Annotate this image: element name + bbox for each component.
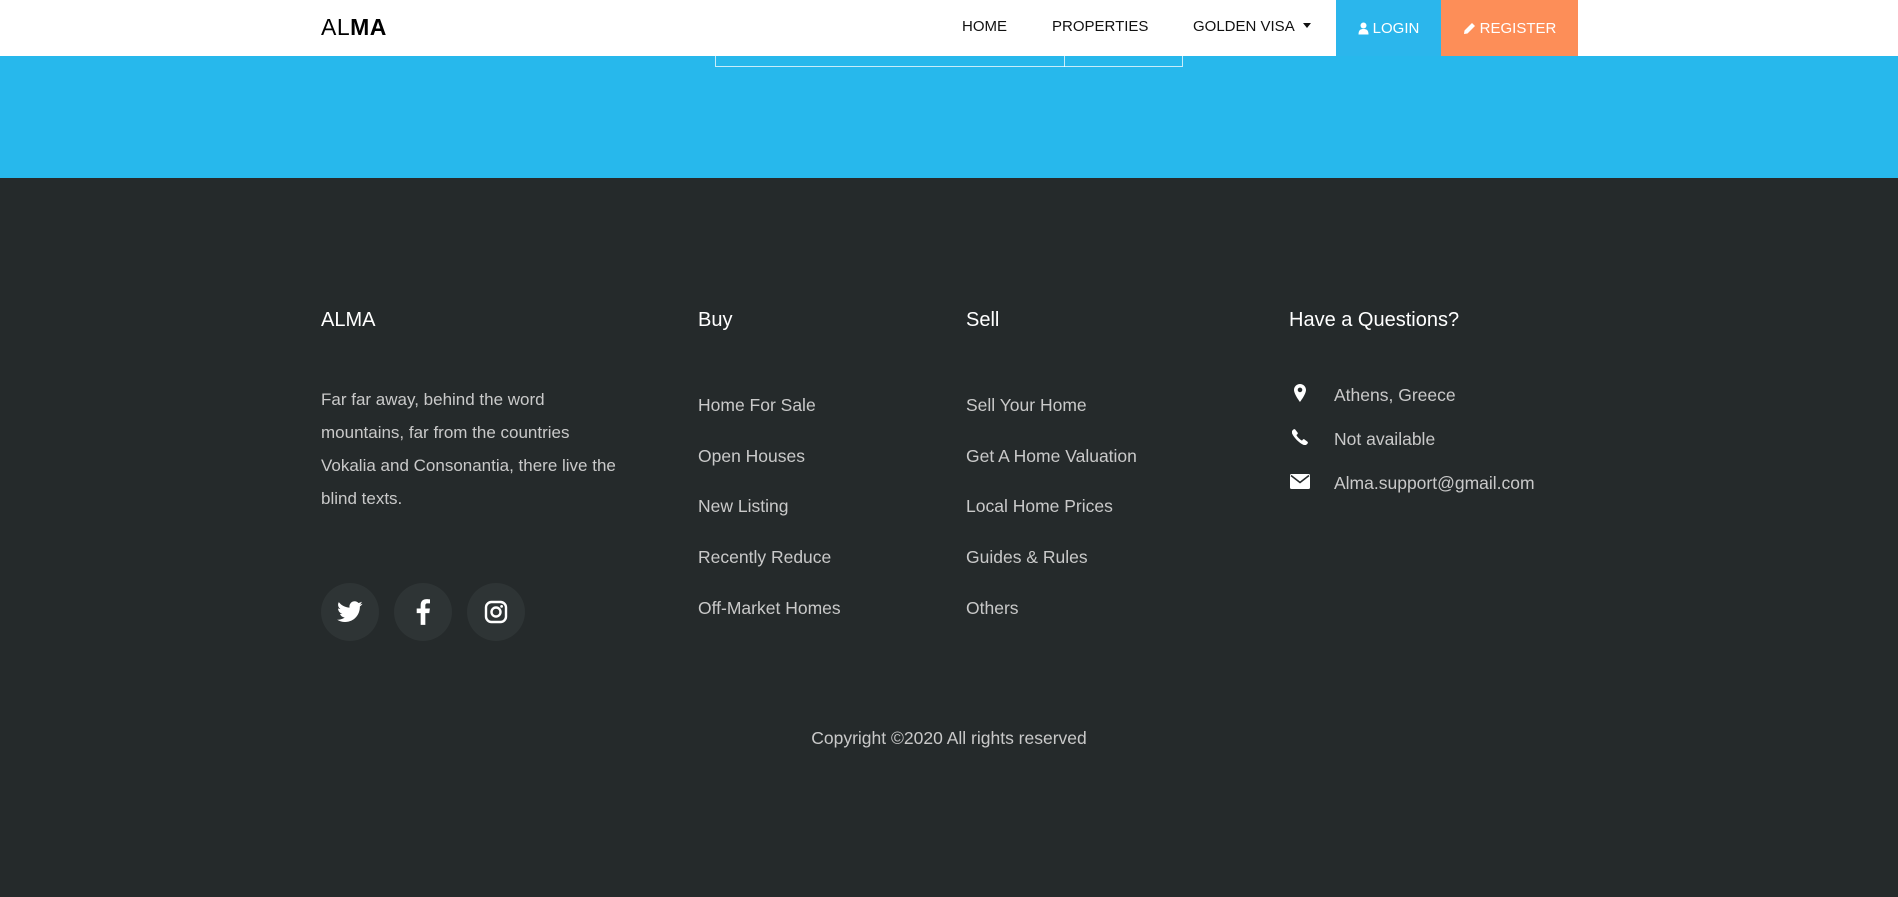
user-icon — [1358, 22, 1369, 34]
buy-link-recently-reduce[interactable]: Recently Reduce — [698, 547, 831, 568]
register-label: REGISTER — [1479, 19, 1557, 37]
footer-contact-title: Have a Questions? — [1289, 309, 1460, 331]
search-box-divider — [1064, 56, 1065, 67]
nav-properties[interactable]: PROPERTIES — [1052, 18, 1148, 35]
footer-about-title: ALMA — [321, 309, 376, 331]
nav-golden-visa-label: GOLDEN VISA — [1193, 18, 1295, 35]
map-marker-icon — [1289, 384, 1311, 402]
search-box-bottom — [715, 56, 1183, 67]
sell-link-others[interactable]: Others — [966, 598, 1019, 619]
footer-sell-title: Sell — [966, 309, 1000, 331]
nav-home[interactable]: HOME — [962, 18, 1007, 35]
phone-icon — [1289, 429, 1311, 445]
contact-email[interactable]: Alma.support@gmail.com — [1334, 473, 1535, 494]
site-logo[interactable]: ALMA — [321, 14, 387, 41]
sell-link-guides-rules[interactable]: Guides & Rules — [966, 547, 1088, 568]
sell-link-home-valuation[interactable]: Get A Home Valuation — [966, 446, 1137, 467]
hero-band — [0, 56, 1898, 178]
copyright-text: Copyright ©2020 All rights reserved — [811, 728, 1087, 748]
buy-link-off-market-homes[interactable]: Off-Market Homes — [698, 598, 841, 619]
logo-bold-text: MA — [350, 14, 387, 40]
contact-phone: Not available — [1334, 429, 1436, 449]
facebook-button[interactable] — [394, 583, 452, 641]
buy-link-new-listing[interactable]: New Listing — [698, 496, 788, 517]
sell-link-sell-your-home[interactable]: Sell Your Home — [966, 395, 1087, 416]
footer-buy-title: Buy — [698, 309, 733, 331]
logo-light-text: AL — [321, 14, 351, 40]
instagram-button[interactable] — [467, 583, 525, 641]
footer-about-text: Far far away, behind the word mountains,… — [321, 390, 616, 508]
envelope-icon — [1289, 474, 1311, 489]
footer: ALMA Far far away, behind the word mount… — [0, 178, 1898, 897]
buy-link-home-for-sale[interactable]: Home For Sale — [698, 395, 816, 416]
instagram-icon — [484, 600, 508, 624]
pencil-icon — [1463, 22, 1475, 34]
caret-down-icon — [1302, 22, 1311, 28]
register-button[interactable]: REGISTER — [1441, 0, 1578, 56]
facebook-icon — [416, 599, 430, 625]
login-label: LOGIN — [1372, 19, 1420, 37]
contact-address: Athens, Greece — [1334, 385, 1456, 405]
navbar: ALMA HOME PROPERTIES GOLDEN VISA LOGIN R… — [0, 0, 1898, 56]
buy-link-open-houses[interactable]: Open Houses — [698, 446, 805, 467]
twitter-icon — [337, 601, 363, 622]
twitter-button[interactable] — [321, 583, 379, 641]
nav-golden-visa-dropdown[interactable]: GOLDEN VISA — [1193, 18, 1311, 35]
sell-link-local-home-prices[interactable]: Local Home Prices — [966, 496, 1113, 517]
login-button[interactable]: LOGIN — [1336, 0, 1441, 56]
